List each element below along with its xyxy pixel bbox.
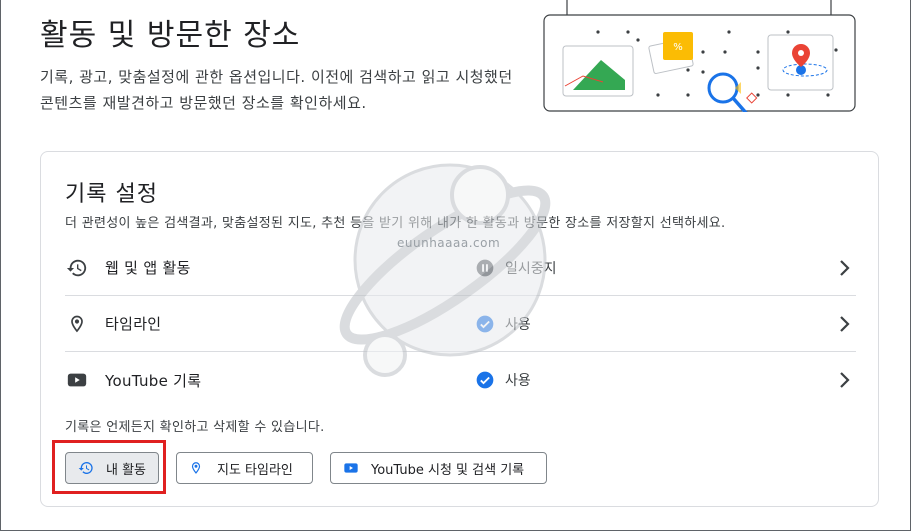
status-text: 일시중지 <box>505 260 557 277</box>
button-label: 내 활동 <box>106 462 147 478</box>
button-label: 지도 타임라인 <box>217 462 293 478</box>
check-circle-icon <box>476 315 494 332</box>
history-settings-card: 기록 설정 더 관련성이 높은 검색결과, 맞춤설정된 지도, 추천 등을 받기… <box>40 151 879 507</box>
youtube-icon <box>343 459 361 477</box>
setting-row-timeline[interactable]: 타임라인 사용 <box>65 296 856 352</box>
setting-row-label: 웹 및 앱 활동 <box>105 259 191 277</box>
check-circle-icon <box>476 371 494 389</box>
location-pin-icon <box>65 312 89 336</box>
chevron-right-icon[interactable] <box>832 256 856 280</box>
chevron-right-icon[interactable] <box>832 368 856 392</box>
status-text: 사용 <box>505 316 531 333</box>
pause-circle-icon <box>476 259 494 276</box>
setting-row-label: 타임라인 <box>105 315 162 333</box>
history-icon <box>78 459 96 477</box>
chevron-right-icon[interactable] <box>832 312 856 336</box>
history-footer-note: 기록은 언제든지 확인하고 삭제할 수 있습니다. <box>65 420 325 435</box>
status-text: 사용 <box>505 373 531 389</box>
setting-row-status: 사용 <box>475 314 832 334</box>
youtube-history-button[interactable]: YouTube 시청 및 검색 기록 <box>330 452 547 484</box>
button-label: YouTube 시청 및 검색 기록 <box>371 462 525 478</box>
page-title: 활동 및 방문한 장소 <box>40 18 301 53</box>
setting-row-status: 사용 <box>475 370 832 390</box>
setting-row-status: 일시중지 <box>475 258 832 278</box>
my-activity-button[interactable]: 내 활동 <box>65 452 159 484</box>
setting-row-youtube-history[interactable]: YouTube 기록 사용 <box>65 352 856 408</box>
setting-row-web-app-activity[interactable]: 웹 및 앱 활동 일시중지 <box>65 240 856 296</box>
page-description: 기록, 광고, 맞춤설정에 관한 옵션입니다. 이전에 검색하고 읽고 시청했던… <box>40 68 513 112</box>
hero-illustration: % <box>543 0 856 112</box>
history-icon <box>65 256 89 280</box>
youtube-icon <box>65 368 89 392</box>
svg-text:%: % <box>673 42 683 53</box>
maps-timeline-button[interactable]: 지도 타임라인 <box>176 452 313 484</box>
history-settings-description: 더 관련성이 높은 검색결과, 맞춤설정된 지도, 추천 등을 받기 위해 내가… <box>65 216 726 231</box>
location-pin-icon <box>189 459 207 477</box>
setting-row-label: YouTube 기록 <box>105 371 202 390</box>
history-settings-title: 기록 설정 <box>65 182 158 207</box>
